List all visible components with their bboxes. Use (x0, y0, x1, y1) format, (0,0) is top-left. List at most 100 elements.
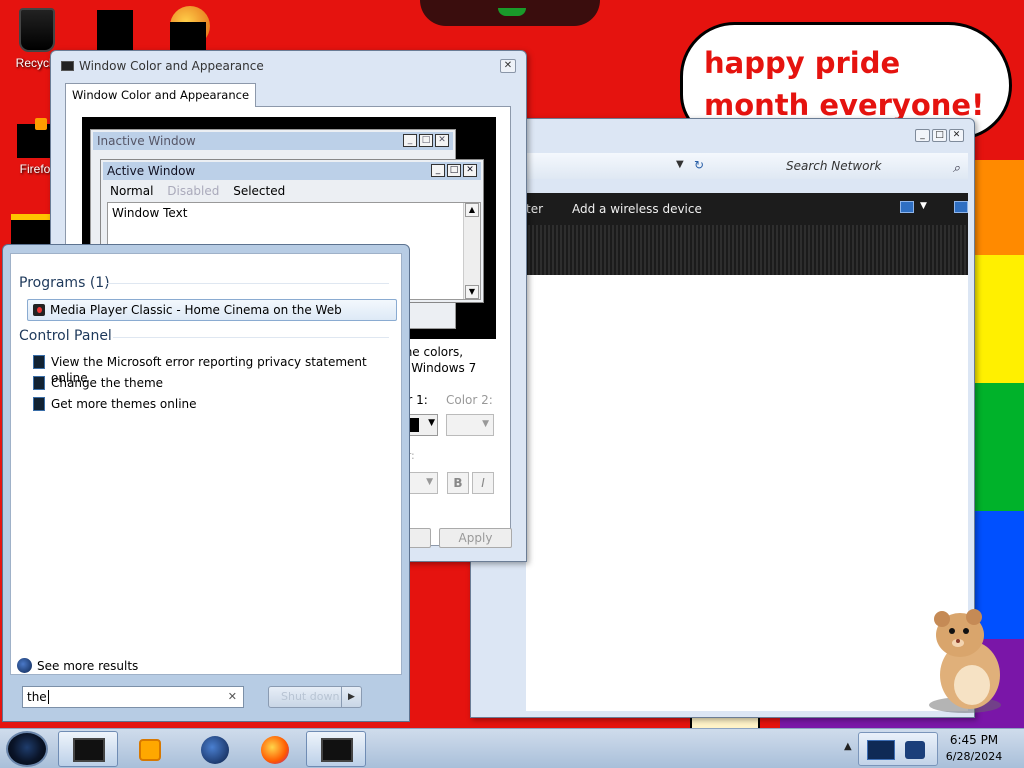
recycle-bin-icon (19, 8, 55, 52)
preview-menu-selected[interactable]: Selected (228, 182, 290, 200)
divider (107, 283, 389, 284)
preview-close-icon: ✕ (435, 134, 449, 147)
preview-inactive-title: Inactive Window _ □ ✕ (93, 132, 453, 150)
taskbar-button-internet-explorer[interactable] (184, 731, 244, 767)
desktop-icon-overlay (170, 22, 206, 50)
firefox-icon (17, 118, 53, 158)
italic-button[interactable]: I (472, 472, 494, 494)
start-menu: Programs (1) Media Player Classic - Home… (2, 244, 410, 722)
inactive-title-label: Inactive Window (97, 134, 196, 148)
scroll-down-icon[interactable]: ▼ (465, 285, 479, 299)
display-icon (61, 61, 74, 71)
speech-bubble-text: happy pride month everyone! (704, 46, 985, 122)
start-button[interactable] (6, 731, 48, 767)
command-add-wireless-device[interactable]: Add a wireless device (572, 202, 702, 216)
taskbar-button-network[interactable] (306, 731, 366, 767)
network-window[interactable]: _ □ ✕ ▼ ↻ Search Network ⌕ ter Add a wir… (470, 118, 975, 718)
control-panel-result-change-theme[interactable]: Change the theme (33, 375, 163, 391)
desktop-icon-label: Firefo (19, 162, 51, 176)
volume-icon[interactable] (905, 741, 925, 759)
search-placeholder: Search Network (786, 159, 882, 173)
firefox-icon (261, 736, 289, 764)
clear-search-icon[interactable]: ✕ (228, 687, 237, 707)
desktop-icon-folder[interactable] (80, 10, 150, 54)
clock-time[interactable]: 6:45 PM (940, 733, 1008, 747)
program-result-mpc[interactable]: Media Player Classic - Home Cinema on th… (27, 299, 397, 321)
control-panel-icon (33, 397, 45, 411)
preview-maximize-icon: □ (419, 134, 433, 147)
network-content-area (526, 275, 968, 711)
dialog-title: Window Color and Appearance (79, 59, 264, 73)
apply-button[interactable]: Apply (439, 528, 512, 548)
preview-scrollbar[interactable]: ▲ ▼ (463, 203, 480, 299)
command-bar-strip: ter Add a wireless device ▼ (526, 193, 968, 225)
dropdown-arrow-icon[interactable]: ▼ (676, 159, 684, 170)
maximize-button[interactable]: □ (932, 129, 947, 142)
preview-maximize-icon: □ (447, 164, 461, 177)
preview-controls: _ □ ✕ (431, 164, 477, 177)
address-bar: ▼ ↻ Search Network ⌕ (526, 153, 968, 179)
command-bar: ter Add a wireless device ▼ (526, 193, 968, 275)
hamster-icon (929, 609, 1001, 713)
control-panel-icon (33, 376, 45, 390)
taskbar-button-firefox[interactable] (244, 731, 304, 767)
control-panel-result-more-themes[interactable]: Get more themes online (33, 396, 197, 412)
command-network-center[interactable]: ter (526, 202, 543, 216)
search-results-pane: Programs (1) Media Player Classic - Home… (10, 253, 402, 675)
folder-icon (11, 214, 51, 244)
minimize-button[interactable]: _ (915, 129, 930, 142)
internet-explorer-icon (201, 736, 229, 764)
see-more-results-link[interactable]: See more results (17, 658, 138, 674)
start-search-input[interactable]: the ✕ (22, 686, 244, 708)
search-network-input[interactable]: Search Network ⌕ (710, 155, 968, 177)
clock-date[interactable]: 6/28/2024 (940, 750, 1008, 763)
see-more-label: See more results (37, 659, 139, 673)
shutdown-button[interactable]: Shut down ▶ (268, 686, 362, 708)
network-status-icon[interactable] (867, 740, 895, 760)
preview-pane-icon[interactable] (954, 201, 968, 213)
preview-active-title: Active Window _ □ ✕ (103, 162, 481, 180)
taskbar-button-media-player[interactable] (118, 731, 178, 767)
color2-picker[interactable]: ▼ (446, 414, 494, 436)
chevron-down-icon: ▼ (426, 477, 433, 487)
programs-header[interactable]: Programs (1) (19, 275, 110, 291)
scroll-up-icon[interactable]: ▲ (465, 203, 479, 217)
window-controls: _ □ ✕ (915, 129, 964, 142)
taskbar-button-window-color[interactable] (58, 731, 118, 767)
media-player-classic-icon (33, 304, 45, 316)
pride-stripe-yellow (975, 255, 1024, 383)
preview-minimize-icon: _ (431, 164, 445, 177)
color2-label: Color 2: (446, 393, 493, 407)
bold-button[interactable]: B (447, 472, 469, 494)
view-options-icon[interactable] (900, 201, 914, 213)
refresh-icon[interactable]: ↻ (694, 158, 704, 172)
close-button[interactable]: ✕ (949, 129, 964, 142)
pride-stripe-green (975, 383, 1024, 511)
preview-menu-normal[interactable]: Normal (105, 182, 158, 200)
preview-window-text: Window Text (112, 206, 188, 220)
search-input-value: the (27, 690, 47, 704)
shutdown-label: Shut down (281, 690, 340, 703)
preview-menu-disabled[interactable]: Disabled (162, 182, 224, 200)
view-dropdown-icon[interactable]: ▼ (920, 201, 927, 211)
preview-minimize-icon: _ (403, 134, 417, 147)
preview-menu-bar: Normal Disabled Selected (103, 182, 481, 200)
shutdown-options-arrow-icon[interactable]: ▶ (341, 687, 361, 707)
show-hidden-icons-arrow-icon[interactable]: ▲ (844, 741, 852, 752)
folder-icon (97, 10, 133, 50)
control-panel-header[interactable]: Control Panel (19, 328, 112, 344)
search-globe-icon (17, 658, 32, 673)
active-title-label: Active Window (107, 164, 196, 178)
network-icon (321, 738, 353, 762)
divider (113, 337, 389, 338)
search-icon[interactable]: ⌕ (953, 158, 960, 180)
description-text: e Windows 7 (400, 361, 477, 375)
media-player-icon (139, 739, 161, 761)
tab-window-color-appearance[interactable]: Window Color and Appearance (65, 83, 257, 107)
control-panel-icon (33, 355, 45, 369)
close-button[interactable]: ✕ (500, 59, 516, 73)
result-label: Change the theme (51, 376, 164, 390)
preview-close-icon: ✕ (463, 164, 477, 177)
program-result-label: Media Player Classic - Home Cinema on th… (50, 303, 342, 317)
display-settings-icon (73, 738, 105, 762)
